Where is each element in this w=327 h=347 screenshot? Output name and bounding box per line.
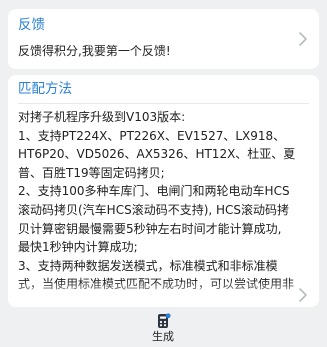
method-line: HT6P20、VD5026、AX5326、HT12X、杜亚、夏 (18, 147, 296, 162)
method-line: 1、支持PT224X、PT226X、EV1527、LX918、 (18, 128, 286, 143)
match-method-body: 对拷子机程序升级到V103版本: 1、支持PT224X、PT226X、EV152… (18, 108, 300, 294)
bottom-toolbar: 生成 (0, 313, 327, 347)
chevron-right-icon (299, 288, 307, 302)
method-line: 贝计算密钥最慢需要5秒钟左右时间才能计算成功, (18, 221, 282, 236)
match-method-title: 匹配方法 (18, 81, 72, 97)
divider (18, 103, 309, 104)
chevron-right-icon (299, 32, 307, 46)
feedback-text: 反馈得积分,我要第一个反馈! (18, 44, 171, 58)
method-line: 2、支持100多种车库门、电闸门和两轮电动车HCS (18, 184, 290, 199)
generate-button[interactable]: 生成 (140, 313, 186, 347)
method-line: 对拷子机程序升级到V103版本: (18, 110, 186, 124)
generate-label: 生成 (152, 330, 174, 343)
method-line: 普、百胜T19等固定码拷贝; (18, 165, 165, 180)
text-fade-overlay (8, 281, 319, 307)
feedback-title: 反馈 (18, 17, 45, 33)
remote-generate-icon (158, 313, 171, 328)
method-line: 3、支持两种数据发送模式，标准模式和非标准模 (18, 258, 278, 273)
method-line: 最快1秒钟内计算成功; (18, 240, 138, 255)
method-line: 滚动码拷贝(汽车HCS滚动码不支持), HCS滚动码拷 (18, 202, 290, 217)
feedback-card[interactable]: 反馈 反馈得积分,我要第一个反馈! (8, 9, 319, 69)
match-method-card[interactable]: 匹配方法 对拷子机程序升级到V103版本: 1、支持PT224X、PT226X、… (8, 75, 319, 307)
